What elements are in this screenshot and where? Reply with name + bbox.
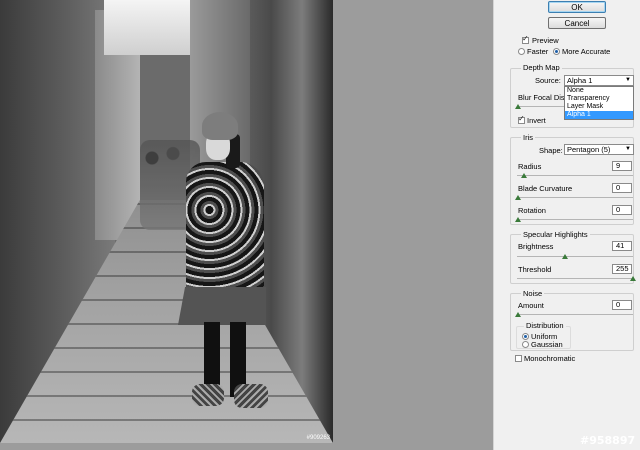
cancel-button[interactable]: Cancel [548, 17, 606, 29]
radius-thumb[interactable] [521, 173, 527, 178]
source-option[interactable]: None [565, 87, 633, 95]
brightness-thumb[interactable] [562, 254, 568, 259]
preview-photo: #909263 [0, 0, 333, 443]
blur-focal-distance-thumb[interactable] [515, 104, 521, 109]
monochromatic-label: Monochromatic [524, 354, 576, 363]
threshold-slider[interactable] [517, 278, 633, 279]
chevron-down-icon: ▼ [625, 77, 631, 83]
photo-subject [178, 112, 268, 412]
radius-slider[interactable] [517, 175, 633, 176]
chevron-down-icon: ▼ [625, 146, 631, 152]
uniform-radio[interactable] [522, 333, 529, 340]
photo-watermark: #909263 [306, 435, 330, 441]
preview-canvas: #909263 [0, 0, 493, 450]
image-id-badge: #958897 [580, 434, 636, 447]
iris-title: Iris [521, 133, 535, 142]
faster-label: Faster [527, 47, 549, 56]
brightness-label: Brightness [518, 242, 554, 251]
faster-radio[interactable] [518, 48, 525, 55]
rotation-input[interactable]: 0 [612, 205, 632, 215]
gaussian-radio[interactable] [522, 341, 529, 348]
more-accurate-label: More Accurate [562, 47, 611, 56]
brightness-input[interactable]: 41 [612, 241, 632, 251]
blade-curvature-thumb[interactable] [515, 195, 521, 200]
depth-map-title: Depth Map [521, 63, 562, 72]
distribution-title: Distribution [524, 321, 566, 330]
rotation-thumb[interactable] [515, 217, 521, 222]
source-option-selected[interactable]: Alpha 1 [565, 111, 633, 119]
threshold-label: Threshold [518, 265, 552, 274]
amount-input[interactable]: 0 [612, 300, 632, 310]
lens-blur-panel: OK Cancel Preview Faster More Accurate D… [493, 0, 640, 450]
rotation-label: Rotation [518, 206, 546, 215]
gaussian-label: Gaussian [531, 340, 563, 349]
monochromatic-checkbox[interactable] [515, 355, 522, 362]
shape-select[interactable]: Pentagon (5) ▼ [564, 144, 634, 155]
amount-label: Amount [518, 301, 544, 310]
blade-curvature-input[interactable]: 0 [612, 183, 632, 193]
invert-checkbox[interactable] [518, 114, 525, 124]
source-option[interactable]: Layer Mask [565, 103, 633, 111]
radius-label: Radius [518, 162, 542, 171]
amount-slider[interactable] [517, 314, 633, 315]
more-accurate-radio[interactable] [553, 48, 560, 55]
preview-label: Preview [532, 36, 559, 45]
ok-button[interactable]: OK [548, 1, 606, 13]
source-label: Source: [535, 76, 561, 85]
blur-focal-distance-slider[interactable] [517, 106, 565, 107]
blur-focal-distance-label: Blur Focal Dista [518, 93, 571, 102]
radius-input[interactable]: 9 [612, 161, 632, 171]
threshold-input[interactable]: 255 [612, 264, 632, 274]
brightness-slider[interactable] [517, 256, 633, 257]
threshold-thumb[interactable] [630, 276, 636, 281]
preview-checkbox[interactable] [522, 34, 529, 44]
noise-title: Noise [521, 289, 545, 298]
blade-curvature-slider[interactable] [517, 197, 633, 198]
source-dropdown-list[interactable]: None Transparency Layer Mask Alpha 1 [564, 86, 634, 120]
amount-thumb[interactable] [515, 312, 521, 317]
source-select[interactable]: Alpha 1 ▼ [564, 75, 634, 86]
source-option[interactable]: Transparency [565, 95, 633, 103]
blade-curvature-label: Blade Curvature [518, 184, 573, 193]
shape-label: Shape: [539, 146, 563, 155]
invert-label: Invert [527, 116, 546, 125]
rotation-slider[interactable] [517, 219, 633, 220]
specular-highlights-title: Specular Highlights [521, 230, 590, 239]
